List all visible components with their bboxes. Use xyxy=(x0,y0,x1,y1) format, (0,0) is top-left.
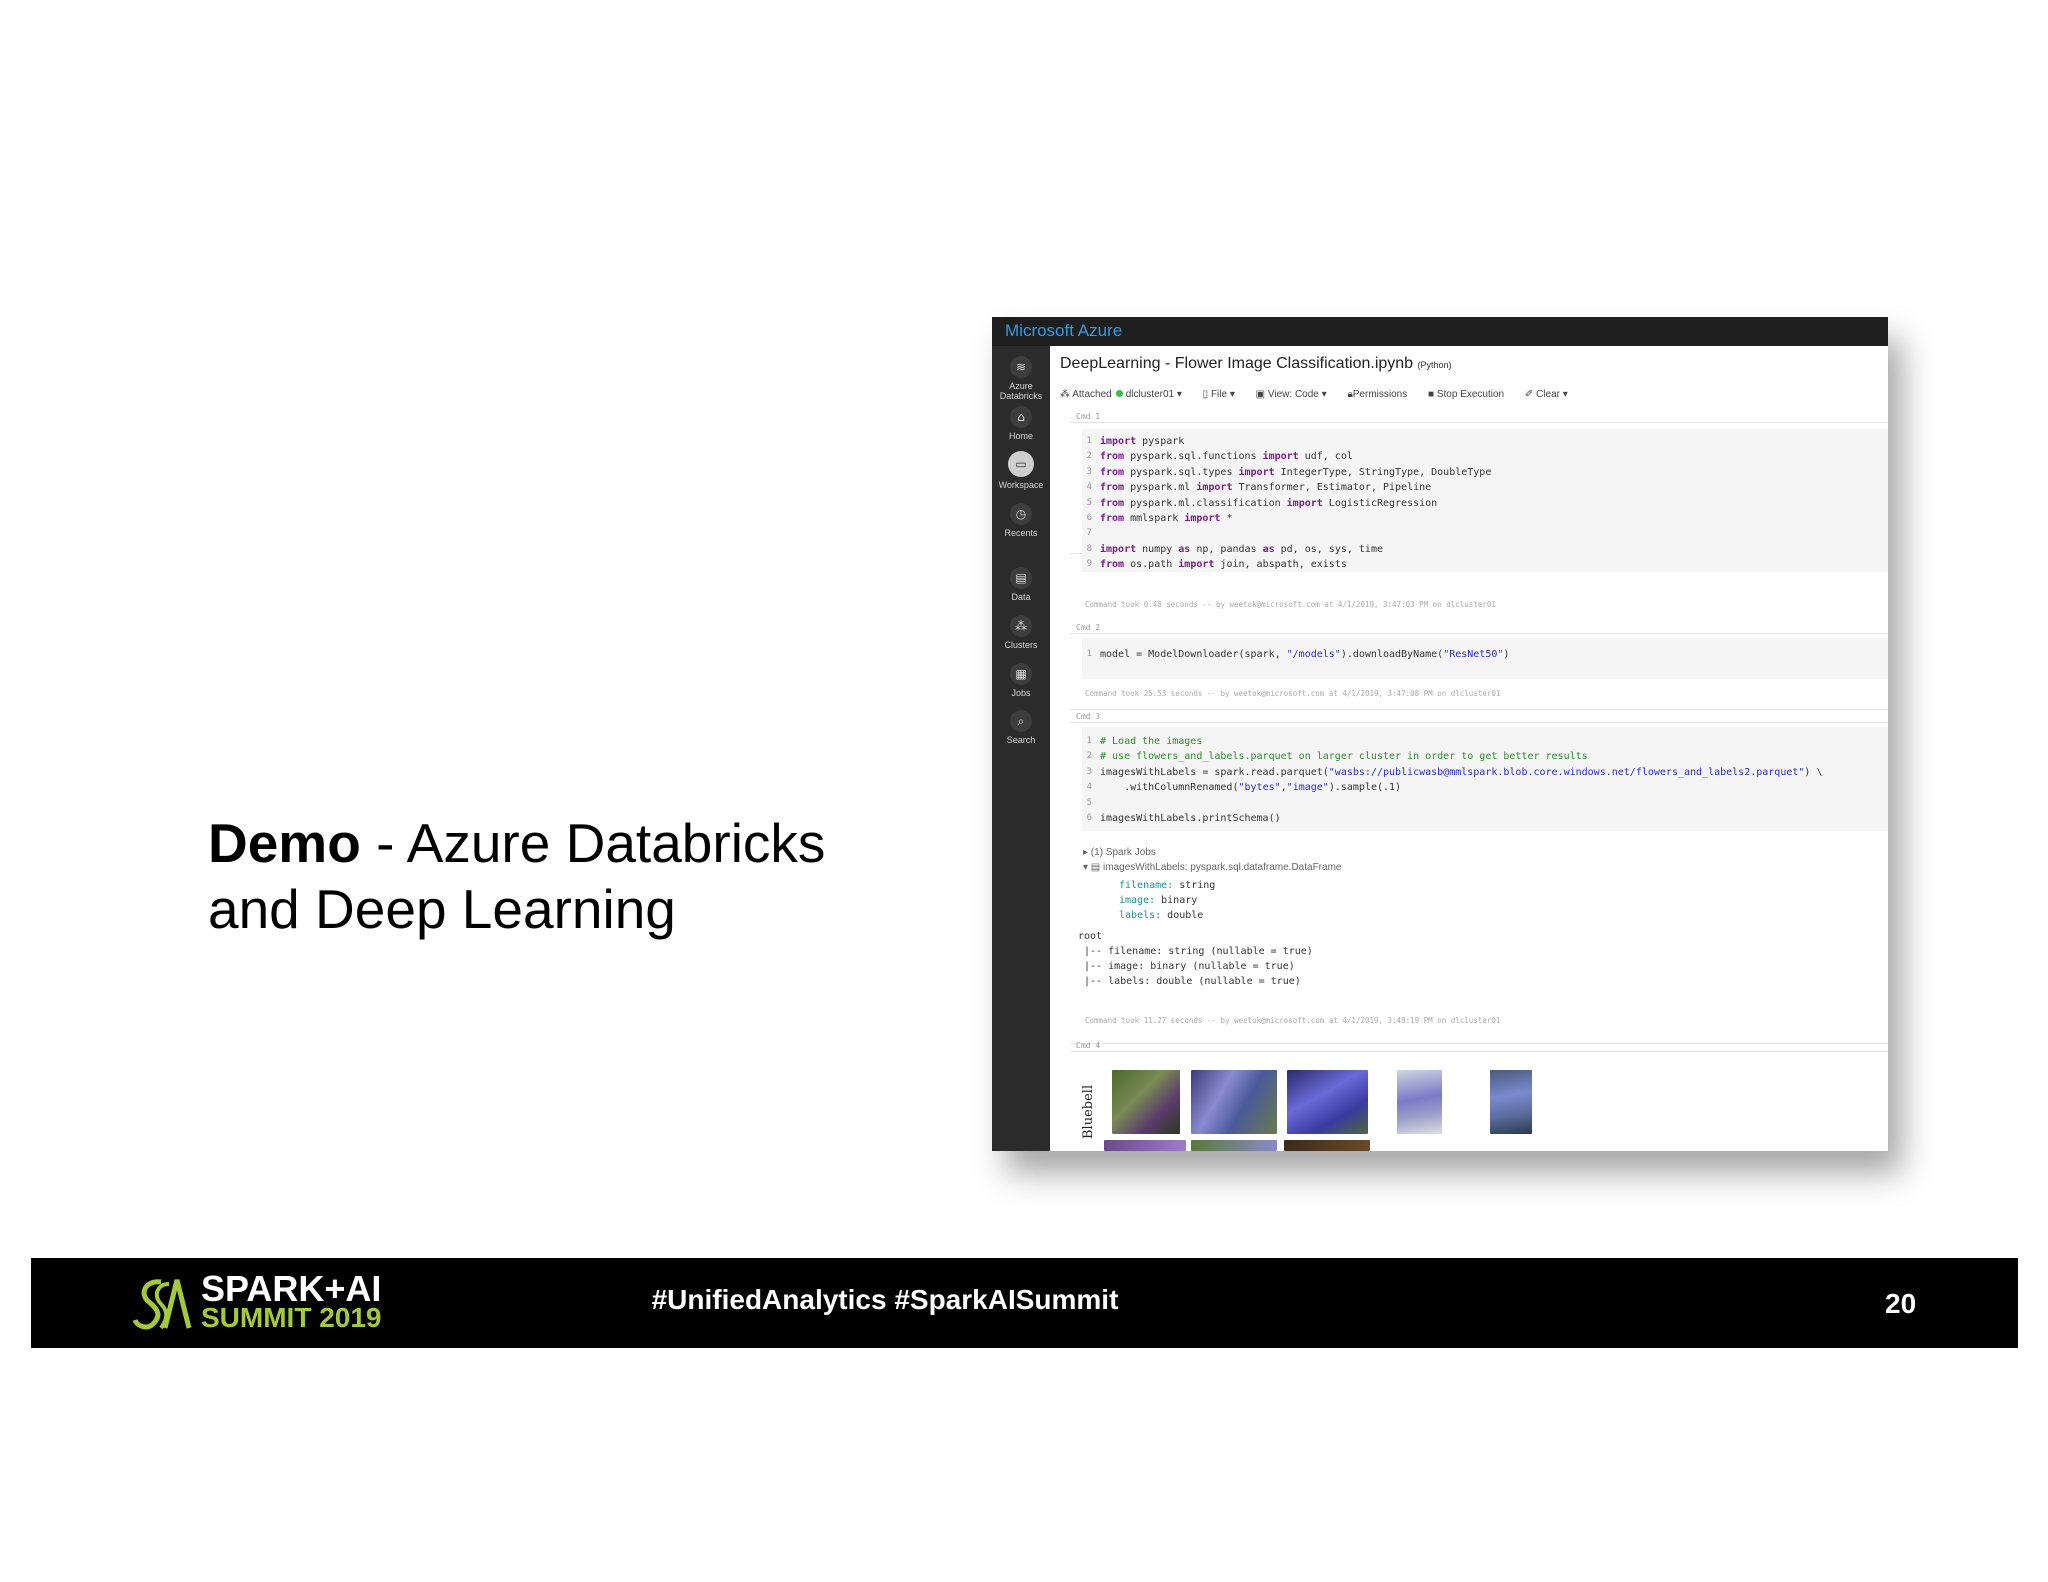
clear-menu-label: Clear ▾ xyxy=(1536,389,1568,400)
slide-title-bold: Demo xyxy=(208,812,361,874)
azure-top-bar: Microsoft Azure xyxy=(992,317,1888,346)
search-icon: ⌕ xyxy=(1010,710,1032,732)
attached-label: Attached xyxy=(1072,389,1112,400)
clock-icon: ◷ xyxy=(1010,503,1032,525)
code-editor[interactable]: 1 model = ModelDownloader(spark, "/models… xyxy=(1082,638,1888,679)
folder-icon: ▭ xyxy=(1008,451,1034,477)
view-menu[interactable]: ▣ View: Code ▾ xyxy=(1256,389,1327,400)
dataframe-toggle[interactable]: ▾ ▤ imagesWithLabels: pyspark.sql.datafr… xyxy=(1083,862,1341,873)
notebook-title: DeepLearning - Flower Image Classificati… xyxy=(1060,355,1452,373)
flower-image xyxy=(1104,1140,1186,1151)
sidebar-item-label: Data xyxy=(1011,592,1031,602)
dataframe-schema: filename: string image: binary labels: d… xyxy=(1119,880,1216,921)
sidebar-item-data[interactable]: ▤ Data xyxy=(992,567,1050,602)
sidebar-item-search[interactable]: ⌕ Search xyxy=(992,710,1050,745)
database-icon: ▤ xyxy=(1010,567,1032,589)
footer-hashtags: #UnifiedAnalytics #SparkAISummit xyxy=(651,1284,1119,1315)
cmd-2-label: Cmd 2 xyxy=(1076,623,1101,632)
permissions-label: Permissions xyxy=(1352,389,1408,400)
stop-execution-button[interactable]: ■ Stop Execution xyxy=(1428,389,1504,400)
slide-title-line2: and Deep Learning xyxy=(208,878,676,940)
cmd-4-label: Cmd 4 xyxy=(1076,1041,1101,1050)
sidebar-item-label: Recents xyxy=(1004,528,1038,538)
flower-class-label: Bluebell xyxy=(1081,1084,1096,1140)
flower-image xyxy=(1284,1140,1370,1151)
sidebar-item-workspace[interactable]: ▭ Workspace xyxy=(992,451,1050,490)
view-menu-label: View: Code ▾ xyxy=(1267,389,1327,400)
notebook-language: (Python) xyxy=(1417,360,1452,370)
cmd-3-took: Command took 11.27 seconds -- by weetok@… xyxy=(1085,1016,1501,1025)
file-menu[interactable]: ▯ File ▾ xyxy=(1203,389,1235,400)
notebook-toolbar: ⁂ Attached dlcluster01 ▾ ▯ File ▾ ▣ View:… xyxy=(1060,389,1586,403)
cluster-dropdown[interactable]: dlcluster01 ▾ xyxy=(1126,389,1182,400)
sidebar-item-label: Workspace xyxy=(998,480,1044,490)
flower-image xyxy=(1191,1140,1277,1151)
file-menu-label: File ▾ xyxy=(1210,389,1235,400)
azure-brand[interactable]: Microsoft Azure xyxy=(1005,321,1122,341)
cmd-2-took: Command took 25.53 seconds -- by weetok@… xyxy=(1085,689,1501,698)
notebook-screenshot: Microsoft Azure ≋ Azure Databricks ⌂ Home… xyxy=(992,317,1888,1151)
code-editor[interactable]: 1 import pyspark 2 from pyspark.sql.functi… xyxy=(1082,429,1888,572)
footer-bar: SPARK+AI SUMMIT 2019 #UnifiedAnalytics #… xyxy=(31,1258,2018,1348)
print-schema-output: root |-- filename: string (nullable = tr… xyxy=(1078,931,1313,987)
sidebar-item-label: Jobs xyxy=(1011,688,1031,698)
sidebar-item-label: Search xyxy=(1006,735,1036,745)
sidebar-item-azure-databricks[interactable]: ≋ Azure Databricks xyxy=(992,356,1050,401)
flower-image xyxy=(1191,1070,1277,1134)
flower-image xyxy=(1287,1070,1368,1134)
permissions-button[interactable]: 🔒︎Permissions xyxy=(1347,389,1407,400)
slide-title-rest: - Azure Databricks xyxy=(360,812,826,874)
code-cell-3[interactable]: 1 # Load the images 2 # use flowers_and_la… xyxy=(1070,722,1888,1044)
calendar-icon: ▦ xyxy=(1010,663,1032,685)
slide-title: Demo - Azure Databricks and Deep Learnin… xyxy=(208,810,928,942)
notebook-name[interactable]: DeepLearning - Flower Image Classificati… xyxy=(1060,355,1413,372)
cmd-3-label: Cmd 3 xyxy=(1076,712,1101,721)
flower-image xyxy=(1112,1070,1180,1134)
flower-image xyxy=(1490,1070,1532,1134)
sidebar-item-label: Azure Databricks xyxy=(999,381,1043,401)
clear-menu[interactable]: ✐ Clear ▾ xyxy=(1525,389,1568,400)
code-editor[interactable]: 1 # Load the images 2 # use flowers_and_la… xyxy=(1082,727,1888,831)
cluster-icon: ⁂ xyxy=(1010,615,1032,637)
code-cell-2[interactable]: 1 model = ModelDownloader(spark, "/models… xyxy=(1070,633,1888,710)
attached-status[interactable]: ⁂ Attached dlcluster01 ▾ xyxy=(1060,389,1182,400)
layers-icon: ≋ xyxy=(1010,356,1032,378)
cluster-status-dot xyxy=(1115,390,1123,397)
sidebar-item-clusters[interactable]: ⁂ Clusters xyxy=(992,615,1050,650)
spark-jobs-toggle[interactable]: ▸ (1) Spark Jobs xyxy=(1083,847,1156,858)
cmd-1-label: Cmd 1 xyxy=(1076,412,1101,421)
sidebar-item-label: Home xyxy=(1008,431,1033,441)
code-cell-1[interactable]: 1 import pyspark 2 from pyspark.sql.functi… xyxy=(1070,422,1888,572)
page-number: 20 xyxy=(1885,1288,1917,1319)
sidebar: ≋ Azure Databricks ⌂ Home ▭ Workspace ◷ R… xyxy=(992,346,1050,1151)
sidebar-item-recents[interactable]: ◷ Recents xyxy=(992,503,1050,538)
home-icon: ⌂ xyxy=(1010,406,1032,428)
stop-execution-label: Stop Execution xyxy=(1436,389,1505,400)
flower-image xyxy=(1397,1070,1442,1134)
cmd-1-took: Command took 0.48 seconds -- by weetok@m… xyxy=(1085,600,1496,609)
sidebar-item-label: Clusters xyxy=(1004,640,1038,650)
sidebar-item-home[interactable]: ⌂ Home xyxy=(992,406,1050,441)
sidebar-item-jobs[interactable]: ▦ Jobs xyxy=(992,663,1050,698)
